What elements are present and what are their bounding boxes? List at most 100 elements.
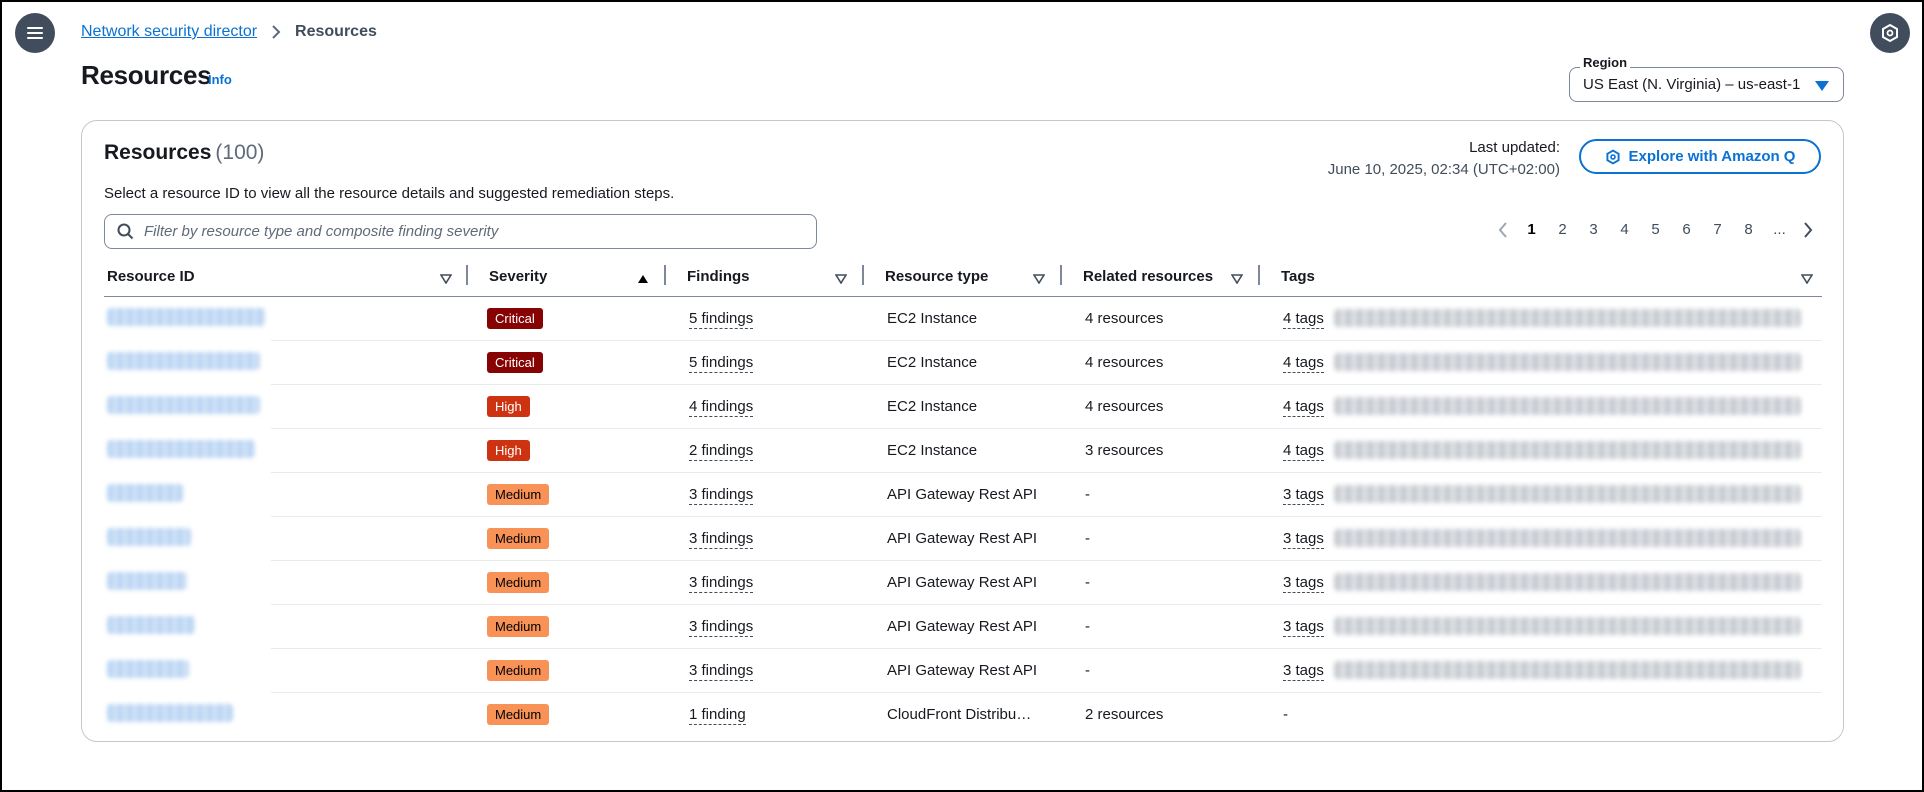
column-resizer[interactable]: [1258, 265, 1260, 285]
resource-id-link[interactable]: [107, 484, 183, 502]
explore-amazon-q-button[interactable]: Explore with Amazon Q: [1579, 139, 1821, 174]
search-placeholder: Filter by resource type and composite fi…: [144, 223, 499, 240]
resource-id-link[interactable]: [107, 528, 191, 546]
related-resources: -: [1085, 574, 1090, 591]
table-row: Critical 5 findings EC2 Instance 4 resource…: [104, 341, 1822, 385]
breadcrumb: Network security director Resources: [81, 23, 377, 41]
page-1[interactable]: 1: [1516, 221, 1547, 238]
sort-caret-down-icon[interactable]: [1230, 271, 1244, 288]
severity-badge: Medium: [487, 484, 550, 505]
tags-link[interactable]: 4 tags: [1283, 310, 1324, 329]
table-row: High 4 findings EC2 Instance 4 resources 4 t…: [104, 385, 1822, 429]
sort-caret-down-icon[interactable]: [834, 271, 848, 288]
related-resources: 2 resources: [1085, 706, 1164, 723]
resource-type: API Gateway Rest API: [887, 618, 1038, 635]
resource-type: API Gateway Rest API: [887, 530, 1038, 547]
column-resizer[interactable]: [1060, 265, 1062, 285]
resource-type: API Gateway Rest API: [887, 662, 1038, 679]
tags-link: -: [1283, 706, 1288, 723]
pagination: 1 2 3 4 5 6 7 8 ...: [1490, 221, 1821, 238]
tags-link[interactable]: 4 tags: [1283, 398, 1324, 417]
severity-badge: Medium: [487, 660, 550, 681]
sort-caret-down-icon[interactable]: [1032, 271, 1046, 288]
resource-id-link[interactable]: [107, 440, 255, 458]
table-row: Medium 3 findings API Gateway Rest API - 3 t…: [104, 649, 1822, 693]
related-resources: -: [1085, 662, 1090, 679]
findings-link[interactable]: 4 findings: [689, 398, 754, 417]
findings-link[interactable]: 3 findings: [689, 574, 754, 593]
column-header-severity[interactable]: Severity: [489, 268, 547, 285]
resource-type: EC2 Instance: [887, 310, 978, 327]
page-8[interactable]: 8: [1733, 221, 1764, 238]
resource-id-link[interactable]: [107, 308, 265, 326]
column-resizer[interactable]: [664, 265, 666, 285]
region-label: Region: [1580, 55, 1631, 70]
chevron-left-icon[interactable]: [1490, 221, 1516, 238]
tags-link[interactable]: 3 tags: [1283, 486, 1324, 505]
page-6[interactable]: 6: [1671, 221, 1702, 238]
findings-link[interactable]: 3 findings: [689, 618, 754, 637]
column-header-resource-id[interactable]: Resource ID: [107, 268, 195, 285]
explore-amazon-q-label: Explore with Amazon Q: [1628, 148, 1796, 165]
page-3[interactable]: 3: [1578, 221, 1609, 238]
tags-detail-redacted: [1334, 353, 1801, 371]
column-header-tags[interactable]: Tags: [1281, 268, 1315, 285]
resource-type: EC2 Instance: [887, 442, 978, 459]
resource-id-link[interactable]: [107, 352, 260, 370]
column-header-findings[interactable]: Findings: [687, 268, 750, 285]
page-5[interactable]: 5: [1640, 221, 1671, 238]
severity-badge: High: [487, 440, 530, 461]
findings-link[interactable]: 3 findings: [689, 530, 754, 549]
menu-button[interactable]: [15, 13, 55, 53]
tags-link[interactable]: 4 tags: [1283, 354, 1324, 373]
resource-id-link[interactable]: [107, 704, 233, 722]
resource-type: CloudFront Distribu…: [887, 706, 1032, 723]
caret-down-icon: [1815, 81, 1829, 91]
last-updated-label: Last updated:: [1469, 139, 1560, 156]
tags-link[interactable]: 3 tags: [1283, 618, 1324, 637]
search-input[interactable]: Filter by resource type and composite fi…: [104, 214, 817, 249]
tags-link[interactable]: 3 tags: [1283, 530, 1324, 549]
findings-link[interactable]: 5 findings: [689, 310, 754, 329]
resource-type: EC2 Instance: [887, 354, 978, 371]
table-body: Critical 5 findings EC2 Instance 4 resource…: [104, 297, 1822, 737]
column-resizer[interactable]: [862, 265, 864, 285]
column-header-related-resources[interactable]: Related resources: [1083, 268, 1213, 285]
tags-link[interactable]: 4 tags: [1283, 442, 1324, 461]
region-select[interactable]: US East (N. Virginia) – us-east-1: [1569, 67, 1844, 102]
column-resizer[interactable]: [466, 265, 468, 285]
resource-id-link[interactable]: [107, 616, 195, 634]
findings-link[interactable]: 3 findings: [689, 662, 754, 681]
resource-id-link[interactable]: [107, 660, 189, 678]
findings-link[interactable]: 2 findings: [689, 442, 754, 461]
resource-id-link[interactable]: [107, 572, 187, 590]
resources-table-container: Resources (100) Select a resource ID to v…: [81, 120, 1844, 742]
page-2[interactable]: 2: [1547, 221, 1578, 238]
sort-caret-down-icon[interactable]: [439, 271, 453, 288]
page-4[interactable]: 4: [1609, 221, 1640, 238]
tags-detail-redacted: [1334, 309, 1801, 327]
page-7[interactable]: 7: [1702, 221, 1733, 238]
chevron-right-icon[interactable]: [1795, 221, 1821, 238]
column-header-resource-type[interactable]: Resource type: [885, 268, 988, 285]
resource-id-link[interactable]: [107, 396, 260, 414]
sort-caret-down-icon[interactable]: [1800, 271, 1814, 288]
tags-link[interactable]: 3 tags: [1283, 574, 1324, 593]
info-link[interactable]: Info: [208, 72, 232, 87]
table-title-text: Resources: [104, 141, 212, 164]
findings-link[interactable]: 3 findings: [689, 486, 754, 505]
findings-link[interactable]: 1 finding: [689, 706, 746, 725]
chevron-right-icon: [271, 25, 281, 39]
severity-badge: Critical: [487, 352, 543, 373]
last-updated-value: June 10, 2025, 02:34 (UTC+02:00): [1327, 161, 1560, 178]
severity-badge: Medium: [487, 528, 550, 549]
related-resources: -: [1085, 486, 1090, 503]
tags-link[interactable]: 3 tags: [1283, 662, 1324, 681]
tags-detail-redacted: [1334, 485, 1801, 503]
amazon-q-button[interactable]: [1870, 13, 1910, 53]
breadcrumb-link-network-security-director[interactable]: Network security director: [81, 23, 257, 41]
table-row: Medium 3 findings API Gateway Rest API - 3 t…: [104, 605, 1822, 649]
findings-link[interactable]: 5 findings: [689, 354, 754, 373]
sort-caret-up-icon[interactable]: [637, 271, 649, 288]
severity-badge: Medium: [487, 616, 550, 637]
